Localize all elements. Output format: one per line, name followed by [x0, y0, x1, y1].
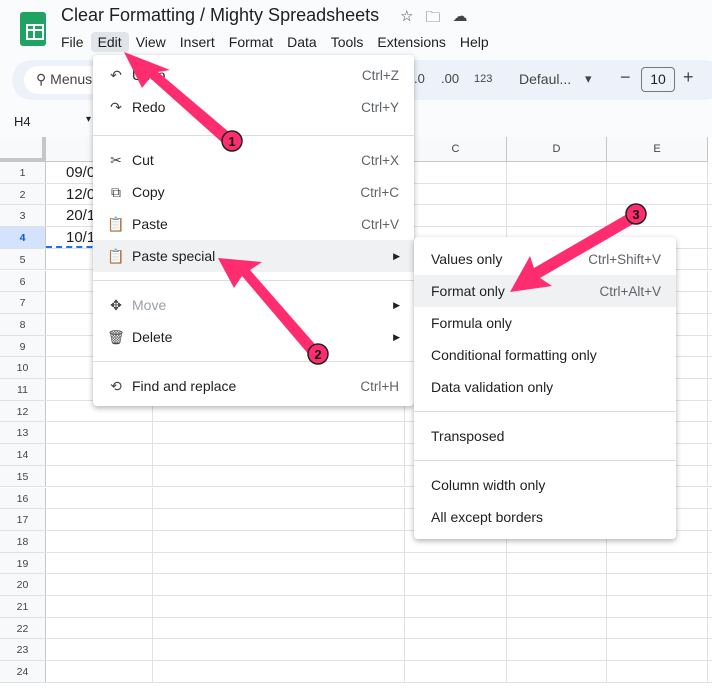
step-2-label: 2: [314, 347, 321, 362]
step-1-label: 1: [228, 134, 235, 149]
arrow-2: [218, 258, 320, 356]
annotation-overlay: 1 2 3: [124, 52, 647, 365]
arrow-3: [510, 210, 640, 292]
arrow-1: [124, 52, 236, 146]
step-3-label: 3: [632, 207, 639, 222]
